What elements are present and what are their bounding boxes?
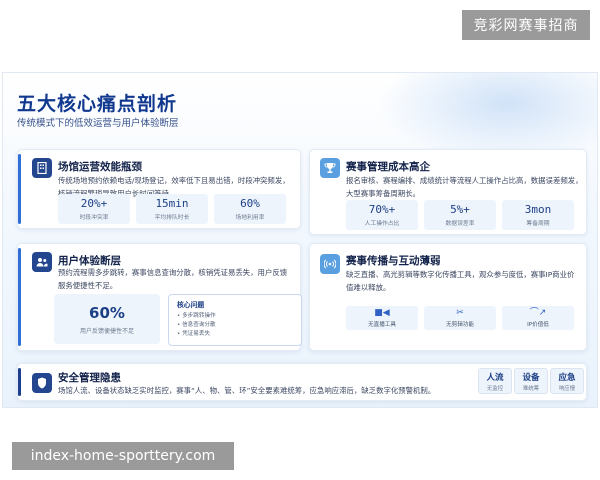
page: 竞彩网赛事招商 五大核心痛点剖析 传统模式下的低效运营与用户体验断层 场馆运营效…	[0, 0, 600, 480]
bottom-watermark-badge: index-home-sporttery.com	[12, 442, 234, 470]
tool-no-live: ■◀ 无直播工具	[346, 306, 418, 330]
card-security-desc: 场馆人流、设备状态缺乏实时监控，赛事“人、物、管、环”安全要素难统筹，应急响应滞…	[58, 386, 436, 395]
slide-subtitle: 传统模式下的低效运营与用户体验断层	[17, 118, 179, 129]
tag-crowd: 人流 无监控	[478, 368, 512, 394]
card-broadcast-title: 赛事传播与互动薄弱	[346, 255, 441, 267]
trophy-icon	[320, 158, 340, 178]
stat-prep-cycle: 3mon 筹备周期	[502, 200, 574, 230]
core-issues-title: 核心问题	[177, 301, 205, 309]
stat-utilization: 60% 场地利用率	[214, 194, 286, 224]
building-icon	[32, 158, 52, 178]
stat-conflict-rate: 20%+ 时段冲突率	[58, 194, 130, 224]
broadcast-icon	[320, 254, 340, 274]
tag-emergency: 应急 响应慢	[550, 368, 584, 394]
core-issues-box: 核心问题 • 多步跳转操作 • 信息查询分散 • 凭证易丢失	[168, 294, 302, 346]
slide: 五大核心痛点剖析 传统模式下的低效运营与用户体验断层 场馆运营效能瓶颈 传统场地…	[2, 72, 598, 408]
scissors-icon: ✂	[456, 308, 464, 318]
trend-chart-icon: ⌒↗	[529, 308, 547, 318]
card-broadcast-desc: 缺乏直播、高光剪辑等数字化传播工具，观众参与度低，赛事IP商业价 值难以释放。	[346, 270, 575, 292]
stat-convenience-complaint: 60% 用户反馈便捷性不足	[54, 294, 160, 344]
card-accent-bar	[18, 368, 21, 396]
card-ux-desc: 预约流程需多步跳转，赛事信息查询分散，核销凭证易丢失，用户反馈 服务便捷性不足。	[58, 268, 288, 290]
card-cost: 赛事管理成本高企 报名审核、赛程编排、成绩统计等流程人工操作占比高，数据误差频发…	[309, 149, 587, 235]
top-watermark-badge: 竞彩网赛事招商	[462, 10, 590, 40]
issue-item: • 凭证易丢失	[177, 331, 211, 337]
users-icon	[32, 252, 52, 272]
card-venue-title: 场馆运营效能瓶颈	[58, 161, 142, 173]
card-cost-desc: 报名审核、赛程编排、成绩统计等流程人工操作占比高，数据误差频发， 大型赛事筹备周…	[346, 176, 583, 198]
stat-error-rate: 5%+ 数据误差率	[424, 200, 496, 230]
tool-low-ip: ⌒↗ IP价值低	[502, 306, 574, 330]
card-accent-bar	[18, 248, 21, 346]
tag-equipment: 设备 难统筹	[514, 368, 548, 394]
card-venue: 场馆运营效能瓶颈 传统场地预约依赖电话/现场登记，效率低下且易出错，时段冲突频发…	[17, 149, 301, 229]
tool-no-editing: ✂ 无剪辑功能	[424, 306, 496, 330]
card-ux: 用户体验断层 预约流程需多步跳转，赛事信息查询分散，核销凭证易丢失，用户反馈 服…	[17, 243, 302, 351]
card-accent-bar	[18, 154, 21, 224]
issue-item: • 多步跳转操作	[177, 313, 216, 319]
card-cost-title: 赛事管理成本高企	[346, 161, 430, 173]
card-security-title: 安全管理隐患	[58, 372, 121, 384]
stat-manual-ratio: 70%+ 人工操作占比	[346, 200, 418, 230]
stat-queue-time: 15min 平均排队时长	[136, 194, 208, 224]
shield-icon	[32, 373, 52, 393]
card-broadcast: 赛事传播与互动薄弱 缺乏直播、高光剪辑等数字化传播工具，观众参与度低，赛事IP商…	[309, 243, 587, 351]
issue-item: • 信息查询分散	[177, 322, 216, 328]
video-camera-icon: ■◀	[374, 308, 390, 318]
card-security: 安全管理隐患 场馆人流、设备状态缺乏实时监控，赛事“人、物、管、环”安全要素难统…	[17, 363, 587, 401]
slide-title: 五大核心痛点剖析	[17, 93, 178, 115]
